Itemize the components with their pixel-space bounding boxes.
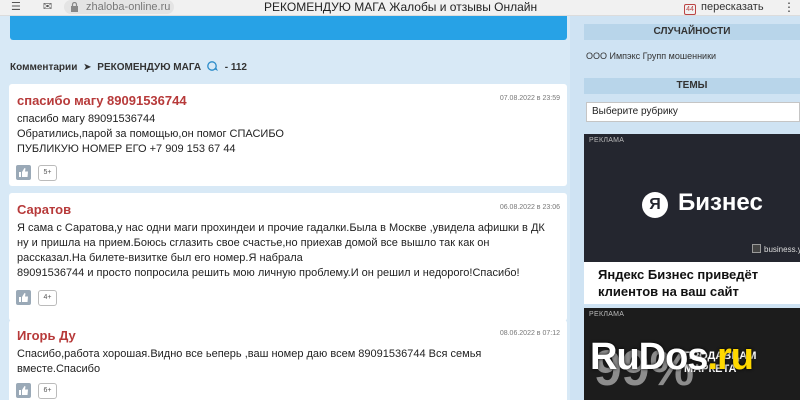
watermark-logo: RuDos.ru xyxy=(590,336,754,378)
like-button[interactable] xyxy=(16,383,31,398)
main-column: Комментарии ➤ РЕКОМЕНДУЮ МАГА - 112 спас… xyxy=(0,16,570,400)
like-button[interactable] xyxy=(16,290,31,305)
translate-label: пересказать xyxy=(701,1,764,13)
topics-heading: ТЕМЫ xyxy=(584,78,800,94)
yandex-logo-icon: Я xyxy=(642,192,668,218)
comment-card: Игорь Ду 08.06.2022 в 07:12 Спасибо,рабо… xyxy=(9,320,567,400)
comment-date: 08.06.2022 в 07:12 xyxy=(499,330,560,337)
more-menu-icon[interactable]: ⋮ xyxy=(783,0,795,14)
comment-author: спасибо магу 89091536744 xyxy=(17,93,187,108)
comment-author: Игорь Ду xyxy=(17,328,76,343)
random-heading: СЛУЧАЙНОСТИ xyxy=(584,24,800,40)
comment-line: Обратились,парой за помощью,он помог СПА… xyxy=(17,128,284,140)
thumbs-up-icon xyxy=(19,386,28,395)
comment-date: 06.08.2022 в 23:06 xyxy=(499,204,560,211)
watermark-part1: RuDos xyxy=(590,336,708,378)
page-title: РЕКОМЕНДУЮ МАГА Жалобы и отзывы Онлайн xyxy=(264,0,538,14)
comment-line: ПУБЛИКУЮ НОМЕР ЕГО +7 909 153 67 44 xyxy=(17,143,236,155)
comment-text: спасибо магу 89091536744 Обратились,паро… xyxy=(17,112,562,157)
comment-count: 112 xyxy=(230,62,247,73)
site-icon xyxy=(752,244,761,253)
thumbs-up-icon xyxy=(19,168,28,177)
comment-text: Я сама с Саратова,у нас одни маги прохин… xyxy=(17,221,562,281)
ad-site-text: business.ya xyxy=(764,245,800,254)
share-icon[interactable]: ✉ xyxy=(43,1,52,14)
breadcrumb-separator: - xyxy=(224,62,229,73)
comment-card: спасибо магу 89091536744 07.08.2022 в 23… xyxy=(9,84,567,186)
topics-select[interactable]: Выберите рубрику xyxy=(586,102,800,122)
comment-line: Спасибо,работа хорошая.Видно все ьеперь … xyxy=(17,348,482,360)
like-count: 6+ xyxy=(38,383,57,399)
comment-line: Я сама с Саратова,у нас одни маги прохин… xyxy=(17,222,545,234)
ad-site: business.ya xyxy=(752,244,800,254)
ad-label: РЕКЛАМА xyxy=(589,311,625,318)
ad-caption-box[interactable]: Яндекс Бизнес приведёт клиентов на ваш с… xyxy=(584,262,800,304)
thumbs-up-icon xyxy=(19,293,28,302)
comment-line: ну и пришла на прием.Боюсь сглазить свое… xyxy=(17,237,490,249)
url-text: zhaloba-online.ru xyxy=(86,1,171,13)
like-button[interactable] xyxy=(16,165,31,180)
comment-line: спасибо магу 89091536744 xyxy=(17,113,156,125)
comment-date: 07.08.2022 в 23:59 xyxy=(499,95,560,102)
random-link[interactable]: ООО Импэкс Групп мошенники xyxy=(586,51,716,62)
lock-icon xyxy=(71,2,78,12)
comment-text: Спасибо,работа хорошая.Видно все ьеперь … xyxy=(17,347,562,377)
breadcrumb-topic[interactable]: РЕКОМЕНДУЮ МАГА xyxy=(97,62,201,73)
address-bar[interactable]: zhaloba-online.ru xyxy=(64,0,174,14)
translate-badge-icon: 44 xyxy=(684,4,696,15)
header-strip xyxy=(10,16,567,40)
comment-line: вместе.Спасибо xyxy=(17,363,101,375)
comments-icon xyxy=(207,61,218,71)
bookmark-icon[interactable]: ☰ xyxy=(11,1,21,14)
comment-author: Саратов xyxy=(17,202,72,217)
like-count: 4+ xyxy=(38,290,57,306)
breadcrumb: Комментарии ➤ РЕКОМЕНДУЮ МАГА - 112 xyxy=(10,61,247,74)
comment-card: Саратов 06.08.2022 в 23:06 Я сама с Сара… xyxy=(9,193,567,321)
comment-line: рассказал.На билете-визитке был его номе… xyxy=(17,252,303,264)
translate-button[interactable]: 44 пересказать xyxy=(684,1,764,15)
like-count: 5+ xyxy=(38,165,57,181)
comment-line: 89091536744 и просто попросила решить мо… xyxy=(17,267,520,279)
ad-label: РЕКЛАМА xyxy=(589,137,625,144)
breadcrumb-arrow-icon: ➤ xyxy=(83,62,92,73)
ad-caption: Яндекс Бизнес приведёт клиентов на ваш с… xyxy=(598,267,759,299)
breadcrumb-section[interactable]: Комментарии xyxy=(10,62,77,73)
browser-toolbar: ☰ ✉ zhaloba-online.ru РЕКОМЕНДУЮ МАГА Жа… xyxy=(0,0,800,16)
watermark-part2: .ru xyxy=(707,336,754,378)
ad-brand: Бизнес xyxy=(678,189,763,216)
